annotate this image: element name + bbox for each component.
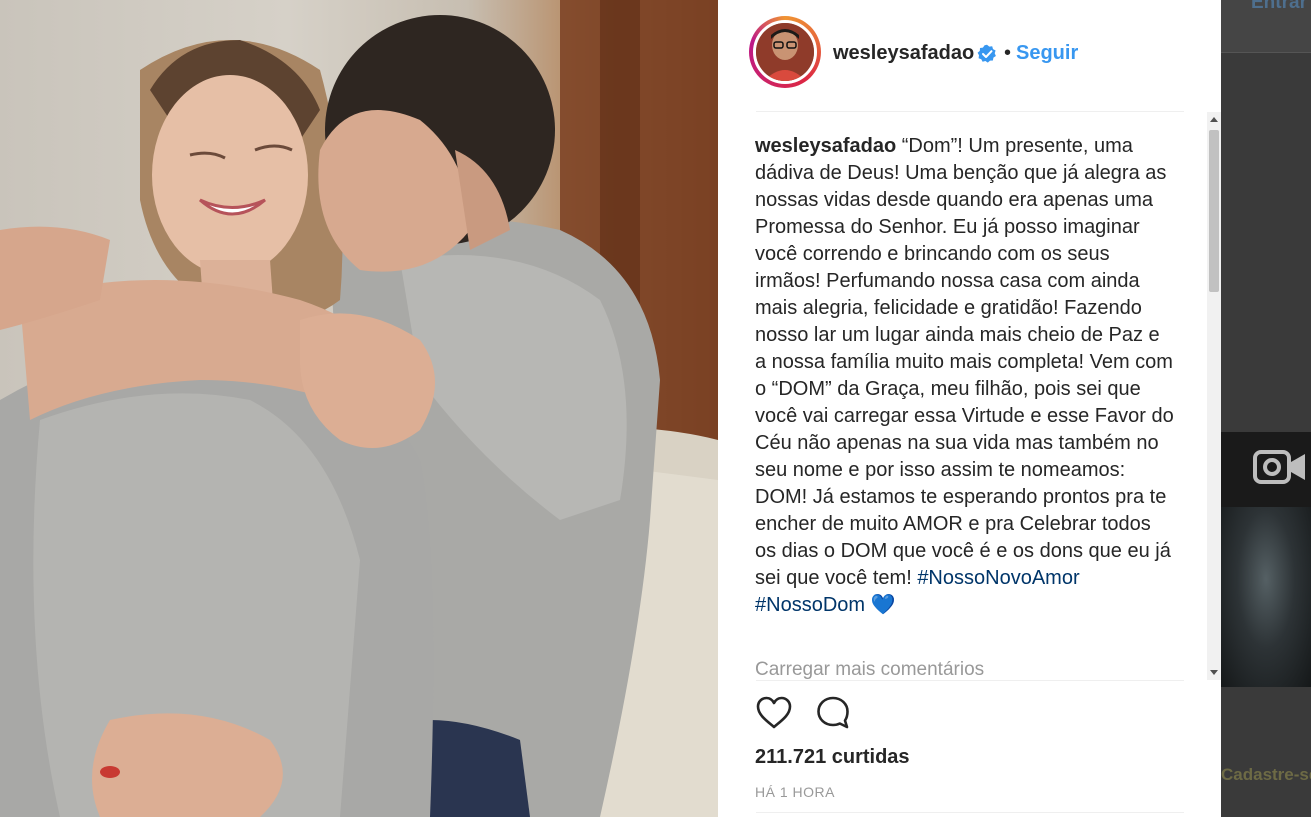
likes-count[interactable]: 211.721 curtidas — [755, 746, 910, 769]
post-photo-illustration — [0, 0, 718, 817]
follow-button[interactable]: Seguir — [1016, 42, 1078, 65]
post-timestamp[interactable]: HÁ 1 HORA — [755, 784, 835, 800]
avatar-story-ring[interactable] — [749, 16, 821, 88]
avatar-image — [756, 23, 814, 81]
post-photo[interactable] — [0, 0, 718, 817]
post-header: wesleysafadao • Seguir — [718, 0, 1221, 110]
background-video-frame — [1221, 507, 1311, 687]
hashtag-link[interactable]: #NossoDom — [755, 594, 865, 616]
background-login-link: Entrar — [1251, 0, 1307, 13]
scrollbar-thumb[interactable] — [1209, 130, 1219, 292]
divider — [756, 812, 1184, 813]
post-caption: wesleysafadao “Dom”! Um presente, uma dá… — [755, 133, 1175, 619]
hashtag-link[interactable]: #NossoNovoAmor — [917, 567, 1079, 589]
background-signup-text: Cadastre-se — [1221, 765, 1311, 784]
post-username[interactable]: wesleysafadao — [833, 42, 974, 65]
caption-username[interactable]: wesleysafadao — [755, 135, 896, 157]
video-camera-icon — [1253, 450, 1305, 484]
verified-badge-icon — [977, 44, 996, 63]
background-header: Entrar — [1221, 0, 1311, 53]
background-page: Entrar Cadastre-se — [1221, 0, 1311, 817]
comments-list[interactable]: wesleysafadao “Dom”! Um presente, uma dá… — [755, 112, 1207, 680]
load-more-comments-link[interactable]: Carregar mais comentários — [755, 659, 984, 680]
header-separator-dot: • — [1004, 42, 1012, 64]
avatar[interactable] — [753, 20, 817, 84]
heart-outline-icon[interactable] — [755, 695, 793, 731]
scroll-up-arrow-icon[interactable] — [1207, 112, 1221, 128]
post-side-panel: wesleysafadao • Seguir wesleysafadao “Do… — [718, 0, 1221, 817]
caption-text: “Dom”! Um presente, uma dádiva de Deus! … — [755, 135, 1174, 589]
blue-heart-emoji: 💙 — [870, 594, 896, 616]
speech-bubble-icon[interactable] — [815, 695, 851, 731]
scroll-down-arrow-icon[interactable] — [1207, 664, 1221, 680]
comments-scrollbar[interactable] — [1207, 112, 1221, 680]
divider — [756, 680, 1184, 681]
